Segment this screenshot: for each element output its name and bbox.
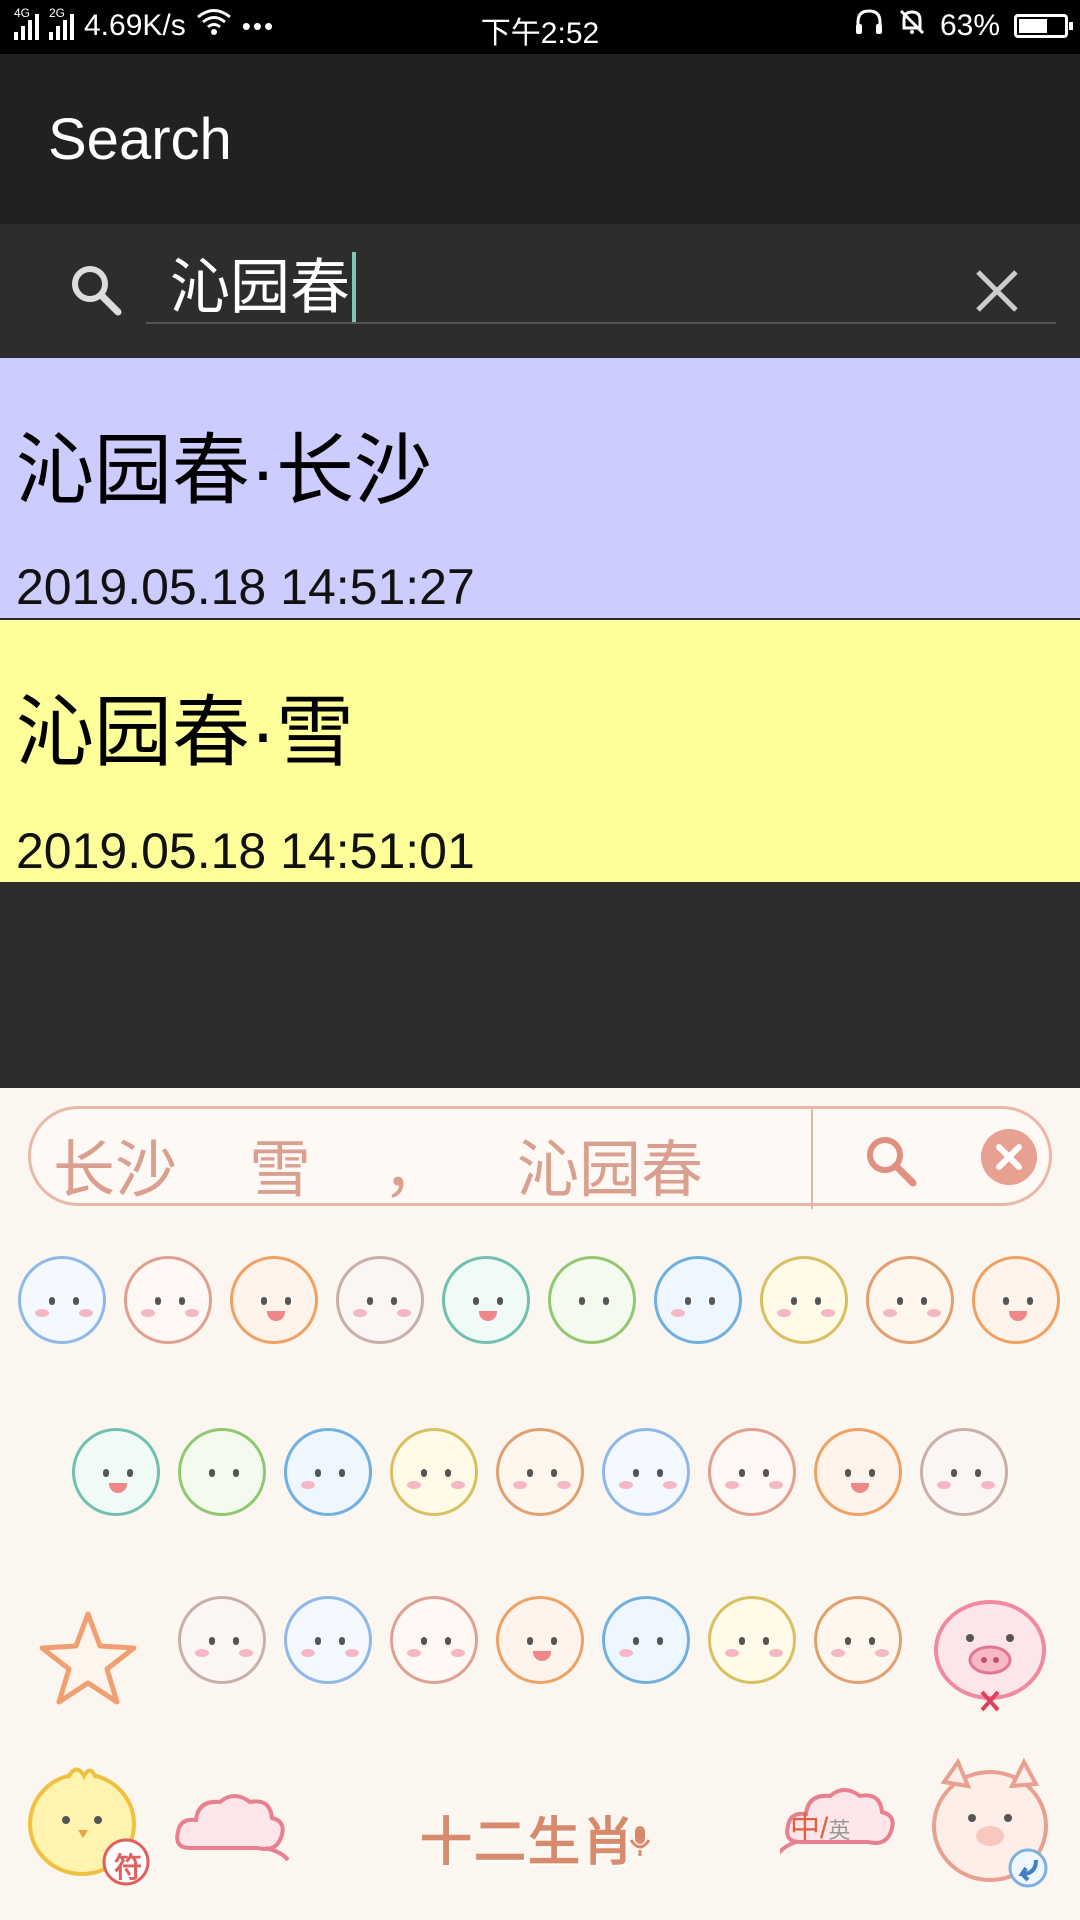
clear-search-button[interactable] <box>970 264 1024 318</box>
horse-emoji-icon[interactable] <box>654 1256 742 1344</box>
mute-bell-icon <box>898 8 926 44</box>
tiger-emoji-icon[interactable] <box>814 1428 902 1516</box>
ox-emoji-icon[interactable] <box>708 1428 796 1516</box>
rabbit-emoji-icon[interactable] <box>336 1256 424 1344</box>
horse-emoji-icon[interactable] <box>284 1428 372 1516</box>
close-icon <box>996 1144 1022 1170</box>
search-query: 沁园春 <box>170 254 350 321</box>
status-bar: 4G 2G 4.69K/s ••• 下午2:52 63% <box>0 0 1080 54</box>
language-toggle[interactable]: 中/英 <box>790 1803 850 1847</box>
delete-pig-button[interactable] <box>926 1588 1056 1723</box>
result-title: 沁园春·雪 <box>16 688 354 776</box>
rat-emoji-icon[interactable] <box>284 1596 372 1684</box>
rat-emoji-icon[interactable] <box>602 1428 690 1516</box>
candidate-bar: 长沙 雪 ， 沁园春 <box>28 1106 1052 1209</box>
pig-delete-icon <box>934 1600 1046 1712</box>
candidate-item[interactable]: 沁园春 <box>517 1119 703 1209</box>
rat-emoji-icon[interactable] <box>18 1256 106 1344</box>
keyboard-search-button[interactable] <box>861 1131 921 1191</box>
pig-enter-icon <box>932 1757 1048 1888</box>
cloud-left-icon <box>170 1788 290 1873</box>
microphone-icon[interactable] <box>628 1824 652 1863</box>
lang-primary: 中 <box>790 1812 820 1845</box>
result-item-1[interactable]: 沁园春·长沙 2019.05.18 14:51:27 <box>0 358 1080 618</box>
app-bar: Search <box>0 54 1080 224</box>
result-item-2[interactable]: 沁园春·雪 2019.05.18 14:51:01 <box>0 620 1080 882</box>
dragon-emoji-icon[interactable] <box>442 1256 530 1344</box>
symbols-label: 符 <box>114 1852 143 1883</box>
battery-percent: 63% <box>939 9 1000 42</box>
tiger-emoji-icon[interactable] <box>972 1256 1060 1344</box>
candidate-item[interactable]: ， <box>383 1119 445 1209</box>
lang-secondary: 英 <box>828 1818 851 1843</box>
goat-emoji-icon[interactable] <box>760 1256 848 1344</box>
favorites-star-icon[interactable] <box>38 1608 138 1713</box>
monkey-emoji-icon[interactable] <box>866 1256 954 1344</box>
search-icon <box>867 1137 917 1187</box>
horse-emoji-icon[interactable] <box>602 1596 690 1684</box>
close-icon <box>976 270 1018 312</box>
goat-emoji-icon[interactable] <box>708 1596 796 1684</box>
monkey-emoji-icon[interactable] <box>496 1428 584 1516</box>
search-icon <box>68 262 124 318</box>
text-cursor <box>352 252 356 322</box>
goat-emoji-icon[interactable] <box>390 1428 478 1516</box>
search-row: 沁园春 <box>0 224 1080 356</box>
symbols-button[interactable]: 符 <box>24 1758 154 1893</box>
candidate-divider <box>811 1109 813 1209</box>
result-date: 2019.05.18 14:51:27 <box>16 559 475 615</box>
snake-emoji-icon[interactable] <box>548 1256 636 1344</box>
candidate-item[interactable]: 雪 <box>249 1119 311 1209</box>
candidate-list: 长沙 雪 ， 沁园春 <box>53 1119 775 1209</box>
rabbit-emoji-icon[interactable] <box>920 1428 1008 1516</box>
enter-button[interactable] <box>924 1752 1064 1897</box>
ox-emoji-icon[interactable] <box>390 1596 478 1684</box>
search-input[interactable]: 沁园春 <box>146 252 1056 324</box>
tiger-emoji-icon[interactable] <box>230 1256 318 1344</box>
dragon-emoji-icon[interactable] <box>72 1428 160 1516</box>
emoji-keyboard: 长沙 雪 ， 沁园春 符 十二生肖 中/英 <box>0 1088 1080 1920</box>
headset-icon <box>854 8 884 44</box>
result-title: 沁园春·长沙 <box>16 426 432 514</box>
monkey-emoji-icon[interactable] <box>814 1596 902 1684</box>
battery-icon <box>1014 14 1073 38</box>
tiger-emoji-icon[interactable] <box>496 1596 584 1684</box>
rabbit-emoji-icon[interactable] <box>178 1596 266 1684</box>
ox-emoji-icon[interactable] <box>124 1256 212 1344</box>
status-right: 63% <box>854 8 1073 44</box>
candidate-item[interactable]: 长沙 <box>53 1119 177 1209</box>
zodiac-set-label[interactable]: 十二生肖 <box>420 1800 636 1875</box>
page-title: Search <box>48 107 232 172</box>
result-date: 2019.05.18 14:51:01 <box>16 823 475 879</box>
snake-emoji-icon[interactable] <box>178 1428 266 1516</box>
keyboard-close-button[interactable] <box>981 1129 1037 1185</box>
